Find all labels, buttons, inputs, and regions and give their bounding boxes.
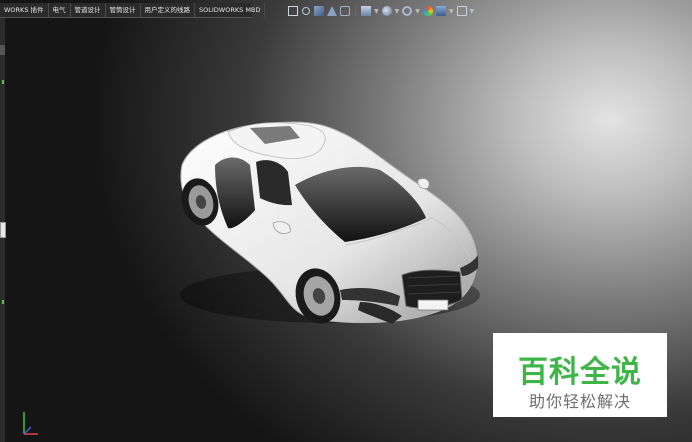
- watermark-logo: 百科全说 助你轻松解决: [493, 333, 667, 417]
- toolbar-separator: [355, 6, 356, 16]
- panel-collapse-handle[interactable]: [0, 222, 6, 238]
- tab-tubing[interactable]: 管筒设计: [106, 3, 141, 17]
- apply-scene-icon[interactable]: [435, 6, 446, 16]
- tree-marker: [0, 45, 5, 55]
- previous-view-icon[interactable]: [314, 6, 324, 16]
- watermark-title: 百科全说: [518, 355, 642, 390]
- command-manager-tabs: WORKS 插件 电气 管道设计 管筒设计 用户定义的线路 SOLIDWORKS…: [0, 3, 266, 18]
- status-marker: [2, 80, 4, 84]
- section-view-icon[interactable]: [327, 6, 337, 16]
- tab-solidworks-mbd[interactable]: SOLIDWORKS MBD: [195, 3, 266, 17]
- tab-addins[interactable]: WORKS 插件: [0, 3, 49, 17]
- zoom-area-icon[interactable]: [301, 6, 311, 16]
- coordinate-triad-icon: [23, 412, 38, 435]
- dynamic-annotation-icon[interactable]: [340, 6, 350, 16]
- chevron-down-icon[interactable]: ▼: [449, 8, 454, 15]
- chevron-down-icon[interactable]: ▼: [395, 8, 400, 15]
- car-model[interactable]: [170, 110, 490, 335]
- chevron-down-icon[interactable]: ▼: [470, 8, 475, 15]
- heads-up-view-toolbar: ▼ ▼ ▼ ▼ ▼: [288, 4, 474, 18]
- watermark-subtitle: 助你轻松解决: [528, 392, 631, 411]
- tab-user-defined-route[interactable]: 用户定义的线路: [141, 3, 196, 17]
- chevron-down-icon[interactable]: ▼: [374, 8, 379, 15]
- view-settings-icon[interactable]: [456, 6, 467, 16]
- display-style-icon[interactable]: [381, 6, 392, 16]
- hide-show-items-icon[interactable]: [402, 6, 413, 16]
- status-marker: [2, 300, 4, 304]
- tab-electrical[interactable]: 电气: [49, 3, 71, 17]
- chevron-down-icon[interactable]: ▼: [415, 8, 420, 15]
- zoom-fit-icon[interactable]: [288, 6, 298, 16]
- tab-piping[interactable]: 管道设计: [71, 3, 106, 17]
- edit-appearance-icon[interactable]: [422, 6, 433, 16]
- view-orientation-icon[interactable]: [361, 6, 371, 16]
